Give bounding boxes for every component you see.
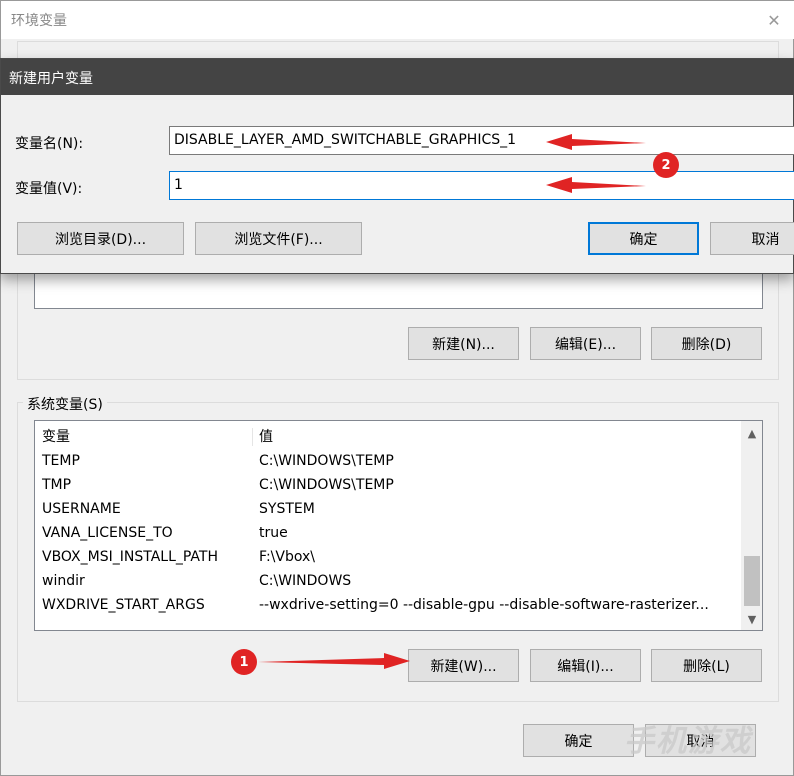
list-header[interactable]: 变量 值 xyxy=(35,425,735,449)
row-value: C:\WINDOWS\TEMP xyxy=(259,453,394,469)
table-row[interactable]: windir C:\WINDOWS xyxy=(35,569,735,593)
annotation-badge-2: 2 xyxy=(653,152,679,178)
table-row[interactable]: USERNAME SYSTEM xyxy=(35,497,735,521)
window-titlebar: 环境变量 ✕ xyxy=(1,1,794,39)
watermark: 手机游戏 xyxy=(624,724,752,759)
user-new-button[interactable]: 新建(N)... xyxy=(408,327,519,360)
row-name: TEMP xyxy=(42,453,80,469)
annotation-badge-1: 1 xyxy=(231,649,257,675)
table-row[interactable]: TEMP C:\WINDOWS\TEMP xyxy=(35,449,735,473)
table-row[interactable]: VANA_LICENSE_TO true xyxy=(35,521,735,545)
dialog-ok-button[interactable]: 确定 xyxy=(588,222,699,255)
variable-name-field[interactable]: DISABLE_LAYER_AMD_SWITCHABLE_GRAPHICS_1 xyxy=(169,126,794,155)
browse-directory-button[interactable]: 浏览目录(D)... xyxy=(17,222,184,255)
variable-value-field[interactable]: 1 xyxy=(169,171,794,200)
row-value: SYSTEM xyxy=(259,501,315,517)
row-value: C:\WINDOWS xyxy=(259,573,352,589)
ok-button[interactable]: 确定 xyxy=(523,724,634,757)
row-value: F:\Vbox\ xyxy=(259,549,315,565)
system-edit-button[interactable]: 编辑(I)... xyxy=(530,649,641,682)
row-value: true xyxy=(259,525,288,541)
window-title: 环境变量 xyxy=(11,13,67,29)
row-value: --wxdrive-setting=0 --disable-gpu --disa… xyxy=(259,597,709,613)
row-name: windir xyxy=(42,573,85,589)
scrollbar-thumb[interactable] xyxy=(744,556,760,606)
user-edit-button[interactable]: 编辑(E)... xyxy=(530,327,641,360)
row-name: WXDRIVE_START_ARGS xyxy=(42,597,205,613)
dialog-titlebar: 新建用户变量 xyxy=(1,59,794,95)
column-header-value[interactable]: 值 xyxy=(259,425,273,449)
close-icon[interactable]: ✕ xyxy=(761,7,787,33)
row-value: C:\WINDOWS\TEMP xyxy=(259,477,394,493)
annotation-arrow-icon xyxy=(546,177,646,193)
table-row[interactable]: VBOX_MSI_INSTALL_PATH F:\Vbox\ xyxy=(35,545,735,569)
row-name: VBOX_MSI_INSTALL_PATH xyxy=(42,549,218,565)
variable-name-label: 变量名(N): xyxy=(15,136,84,152)
vertical-scrollbar[interactable]: ▲ ▼ xyxy=(741,421,762,630)
variable-value-label: 变量值(V): xyxy=(15,181,83,197)
annotation-arrow-icon xyxy=(546,134,646,150)
row-name: VANA_LICENSE_TO xyxy=(42,525,173,541)
system-variables-label: 系统变量(S) xyxy=(23,394,107,414)
scroll-up-icon[interactable]: ▲ xyxy=(741,423,762,443)
user-delete-button[interactable]: 删除(D) xyxy=(651,327,762,360)
annotation-arrow-icon xyxy=(258,653,410,669)
column-header-variable[interactable]: 变量 xyxy=(42,425,70,449)
system-new-button[interactable]: 新建(W)... xyxy=(408,649,519,682)
column-divider[interactable] xyxy=(252,428,253,446)
browse-file-button[interactable]: 浏览文件(F)... xyxy=(195,222,362,255)
table-row[interactable]: WXDRIVE_START_ARGS --wxdrive-setting=0 -… xyxy=(35,593,735,617)
system-delete-button[interactable]: 删除(L) xyxy=(651,649,762,682)
row-name: USERNAME xyxy=(42,501,121,517)
row-name: TMP xyxy=(42,477,72,493)
scroll-down-icon[interactable]: ▼ xyxy=(741,609,762,629)
dialog-title: 新建用户变量 xyxy=(9,71,93,87)
table-row[interactable]: TMP C:\WINDOWS\TEMP xyxy=(35,473,735,497)
dialog-cancel-button[interactable]: 取消 xyxy=(710,222,794,255)
system-variables-list[interactable]: 变量 值 TEMP C:\WINDOWS\TEMP TMP C:\WINDOWS… xyxy=(34,420,763,631)
